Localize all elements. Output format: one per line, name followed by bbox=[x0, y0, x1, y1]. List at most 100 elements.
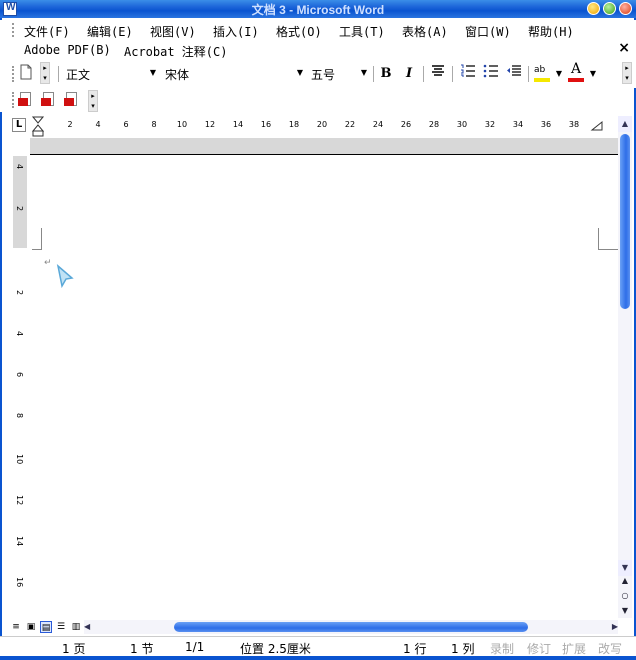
title-bar[interactable]: 文档 3 - Microsoft Word bbox=[0, 0, 636, 18]
status-record[interactable]: 录制 bbox=[490, 640, 514, 657]
ruler-tick-label: 14 bbox=[15, 536, 24, 547]
menu-acrobat-comments[interactable]: Acrobat 注释(C) bbox=[124, 43, 227, 60]
italic-button[interactable]: I bbox=[399, 64, 419, 84]
ruler-tick-label: 16 bbox=[260, 120, 272, 129]
horizontal-scroll-thumb[interactable] bbox=[174, 622, 528, 632]
scroll-left-button[interactable]: ◀ bbox=[84, 620, 94, 634]
status-position: 位置 2.5厘米 bbox=[240, 642, 311, 656]
status-extend[interactable]: 扩展 bbox=[562, 640, 586, 657]
ruler-tick-label: 32 bbox=[484, 120, 496, 129]
font-value: 宋体 bbox=[165, 68, 190, 82]
menu-edit[interactable]: 编辑(E) bbox=[87, 23, 133, 40]
ruler-tick-label: 28 bbox=[428, 120, 440, 129]
ruler-tick-label: 38 bbox=[568, 120, 580, 129]
menu-bar-2: Adobe PDF(B) Acrobat 注释(C) × bbox=[0, 40, 636, 60]
status-line: 1 行 bbox=[403, 642, 427, 656]
menu-view[interactable]: 视图(V) bbox=[150, 23, 196, 40]
menu-insert[interactable]: 插入(I) bbox=[213, 23, 259, 40]
vertical-scrollbar[interactable]: ▲ ▼ ▲ ○ ▼ bbox=[618, 116, 632, 618]
menu-tools[interactable]: 工具(T) bbox=[339, 23, 385, 40]
decrease-indent-icon[interactable] bbox=[504, 64, 524, 84]
menu-adobe-pdf[interactable]: Adobe PDF(B) bbox=[24, 43, 111, 57]
maximize-button[interactable] bbox=[603, 2, 616, 15]
status-track-changes[interactable]: 修订 bbox=[527, 640, 551, 657]
reading-layout-icon[interactable]: ▥ bbox=[70, 621, 82, 633]
ruler-tick-label: 10 bbox=[15, 454, 24, 465]
ruler-tick-label: 12 bbox=[204, 120, 216, 129]
tab-selector-button[interactable]: L bbox=[12, 118, 26, 132]
previous-page-icon[interactable]: ▲ bbox=[618, 576, 632, 585]
minimize-button[interactable] bbox=[587, 2, 600, 15]
chevron-down-icon: ▼ bbox=[296, 68, 303, 77]
menu-file[interactable]: 文件(F) bbox=[24, 23, 70, 40]
toolbar-separator bbox=[423, 66, 424, 82]
ruler-tick-label: 2 bbox=[15, 206, 24, 212]
font-size-dropdown[interactable]: 五号 ▼ bbox=[311, 66, 367, 82]
ruler-tick-label: 34 bbox=[512, 120, 524, 129]
ruler-tick-label: 30 bbox=[456, 120, 468, 129]
print-layout-icon[interactable]: ▤ bbox=[40, 621, 52, 633]
bold-button[interactable]: B bbox=[376, 64, 396, 84]
close-window-button[interactable] bbox=[619, 2, 632, 15]
scroll-up-button[interactable]: ▲ bbox=[618, 116, 632, 132]
font-color-button[interactable]: A bbox=[566, 61, 588, 84]
toolbar-options-chevron[interactable]: ▸ ▾ bbox=[40, 62, 50, 84]
bullet-list-icon[interactable] bbox=[481, 64, 501, 84]
ruler-tick-label: 12 bbox=[15, 495, 24, 506]
normal-view-icon[interactable]: ≡ bbox=[10, 621, 22, 633]
status-section: 1 节 bbox=[130, 642, 154, 656]
menu-help[interactable]: 帮助(H) bbox=[528, 23, 574, 40]
indent-marker-icon[interactable] bbox=[32, 116, 44, 138]
ruler-tick-label: 8 bbox=[151, 120, 157, 129]
chevron-down-icon: ▼ bbox=[360, 68, 367, 77]
next-page-icon[interactable]: ▼ bbox=[618, 606, 632, 615]
menu-bar: 文件(F) 编辑(E) 视图(V) 插入(I) 格式(O) 工具(T) 表格(A… bbox=[0, 20, 636, 40]
window-frame-left bbox=[0, 18, 2, 658]
ruler-tick-label: 2 bbox=[15, 290, 24, 296]
convert-to-pdf-icon[interactable] bbox=[18, 92, 34, 108]
toolbar-options-chevron[interactable]: ▸ ▾ bbox=[88, 90, 98, 112]
status-overtype[interactable]: 改写 bbox=[598, 640, 634, 657]
numbered-list-icon[interactable] bbox=[458, 64, 478, 84]
chevron-down-icon: ▼ bbox=[149, 68, 156, 77]
toolbar-separator bbox=[452, 66, 453, 82]
align-center-icon[interactable] bbox=[428, 64, 448, 84]
menu-table[interactable]: 表格(A) bbox=[402, 23, 448, 40]
ruler-tick-label: 16 bbox=[15, 577, 24, 588]
toolbar-grip[interactable] bbox=[12, 66, 15, 82]
convert-and-review-pdf-icon[interactable] bbox=[64, 92, 80, 108]
toolbar-grip[interactable] bbox=[12, 92, 15, 108]
scroll-right-button[interactable]: ▶ bbox=[606, 620, 618, 634]
outline-view-icon[interactable]: ☰ bbox=[55, 621, 67, 633]
horizontal-ruler[interactable]: 2 4 6 8 10 12 14 16 18 20 22 24 26 28 30 32 34 36 38 bbox=[32, 116, 616, 136]
scroll-down-button[interactable]: ▼ bbox=[618, 560, 632, 576]
font-size-value: 五号 bbox=[311, 68, 336, 82]
close-document-icon[interactable]: × bbox=[618, 40, 630, 56]
vertical-ruler[interactable]: 4 2 2 4 6 8 10 12 14 16 bbox=[10, 156, 28, 618]
ruler-tick-label: 36 bbox=[540, 120, 552, 129]
convert-and-email-pdf-icon[interactable] bbox=[41, 92, 57, 108]
ruler-tick-label: 4 bbox=[15, 164, 24, 170]
browse-object-icon[interactable]: ○ bbox=[618, 591, 632, 600]
vertical-scroll-thumb[interactable] bbox=[620, 134, 630, 309]
chevron-down-icon[interactable]: ▼ bbox=[588, 64, 598, 84]
menu-window[interactable]: 窗口(W) bbox=[465, 23, 511, 40]
highlight-button[interactable]: ab bbox=[532, 64, 554, 84]
style-dropdown[interactable]: 正文 ▼ bbox=[66, 66, 156, 82]
menu-format[interactable]: 格式(O) bbox=[276, 23, 322, 40]
right-indent-marker-icon[interactable] bbox=[590, 120, 604, 132]
toolbar-overflow-chevron[interactable]: ▸ ▾ bbox=[622, 62, 632, 84]
font-dropdown[interactable]: 宋体 ▼ bbox=[165, 66, 303, 82]
new-document-icon[interactable] bbox=[16, 64, 36, 84]
page-top-edge bbox=[30, 154, 618, 155]
web-layout-icon[interactable]: ▣ bbox=[25, 621, 37, 633]
horizontal-scrollbar[interactable]: ◀ ▶ bbox=[84, 620, 618, 634]
menu-grip[interactable] bbox=[12, 23, 15, 37]
font-color-label: A bbox=[571, 61, 582, 77]
ruler-tick-label: 24 bbox=[372, 120, 384, 129]
ruler-tick-label: 14 bbox=[232, 120, 244, 129]
ruler-tick-label: 6 bbox=[15, 372, 24, 378]
status-page-of: 1/1 bbox=[185, 640, 205, 654]
status-column: 1 列 bbox=[451, 642, 475, 656]
chevron-down-icon[interactable]: ▼ bbox=[554, 64, 564, 84]
